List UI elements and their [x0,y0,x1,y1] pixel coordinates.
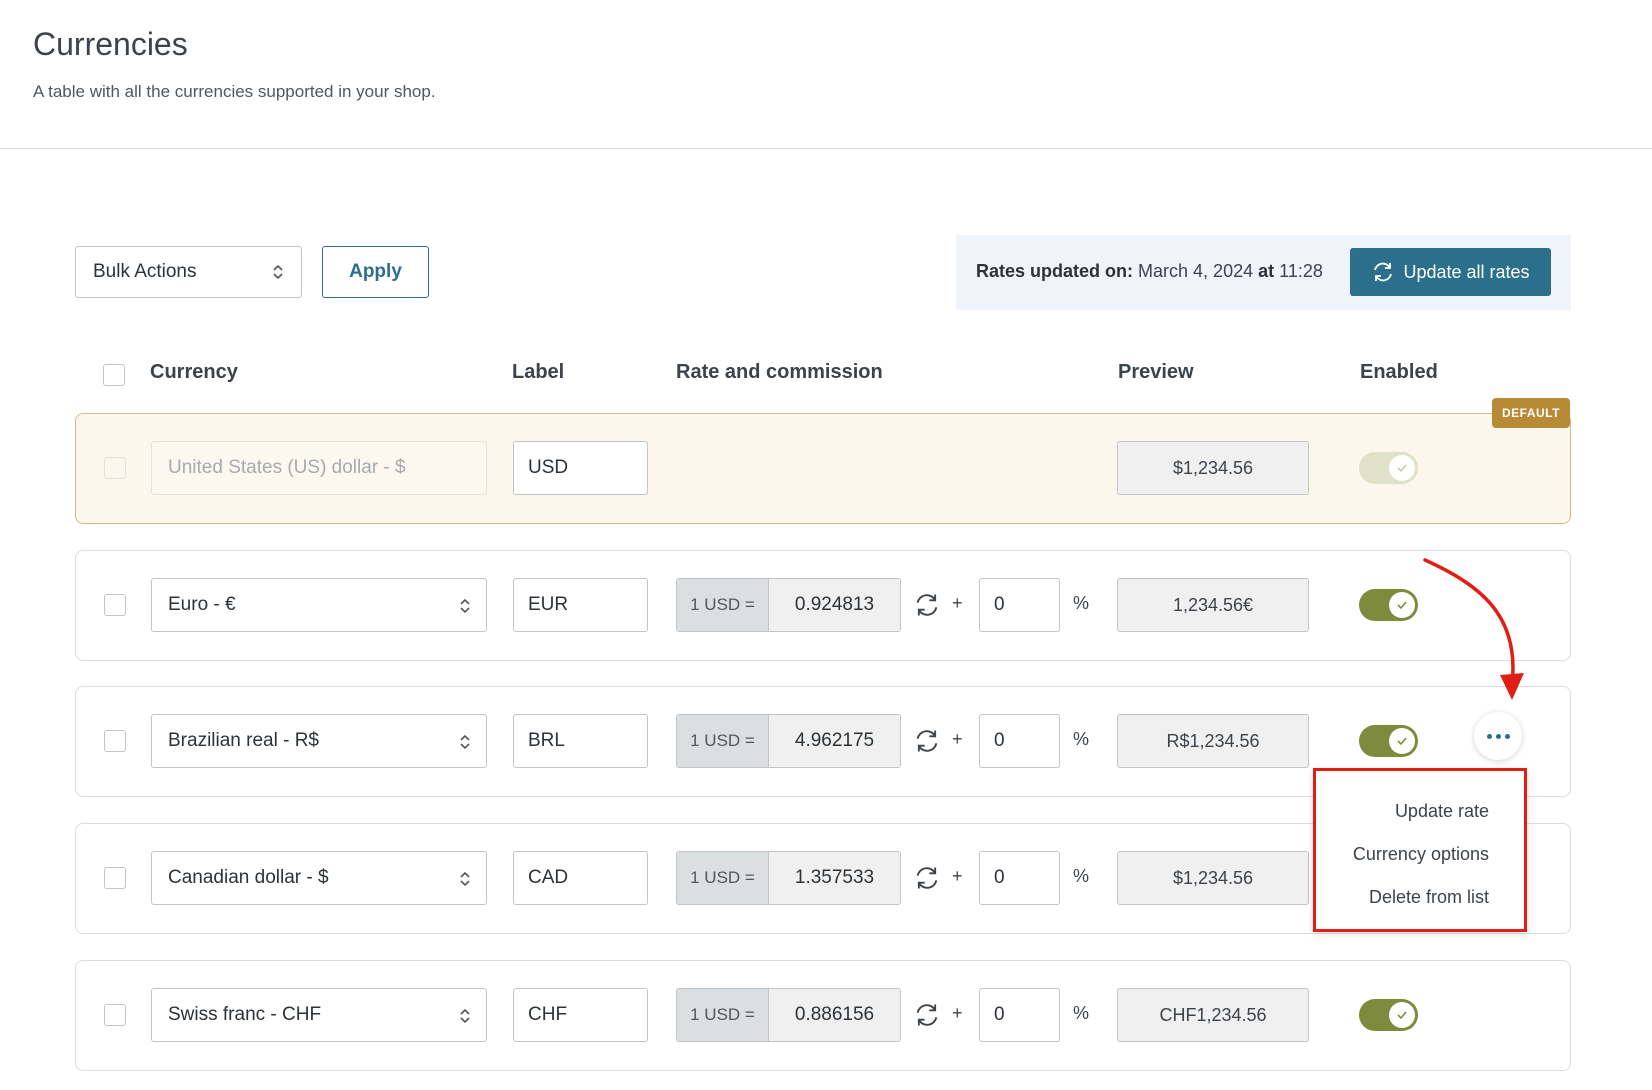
refresh-icon [1374,262,1393,282]
apply-button[interactable]: Apply [322,246,429,298]
rate-value[interactable]: 1.357533 [769,852,900,904]
check-icon [1397,1011,1407,1020]
select-arrows-icon [460,734,470,750]
label-input[interactable]: CAD [513,851,648,905]
dot-icon [1495,733,1501,739]
preview-field: R$1,234.56 [1117,714,1309,768]
preview-field: CHF1,234.56 [1117,988,1309,1042]
rate-value[interactable]: 4.962175 [769,715,900,767]
table-row: Swiss franc - CHF CHF 1 USD = 0.886156 +… [75,960,1571,1071]
rate-field[interactable]: 1 USD = 0.886156 [676,988,901,1042]
row-checkbox [104,457,126,479]
refresh-rate-icon[interactable] [913,727,941,755]
enabled-toggle[interactable] [1359,999,1418,1031]
update-all-rates-label: Update all rates [1403,261,1530,282]
enabled-toggle[interactable] [1359,725,1418,757]
row-checkbox[interactable] [104,1004,126,1026]
currency-select-value: Euro - € [168,594,236,615]
commission-input[interactable]: 0 [979,714,1060,768]
rate-prefix: 1 USD = [677,715,769,767]
check-icon [1397,464,1407,473]
bulk-actions-label: Bulk Actions [93,261,197,282]
row-options-menu: Update rate Currency options Delete from… [1313,768,1527,932]
plus-sign: + [952,1003,963,1023]
rate-field[interactable]: 1 USD = 4.962175 [676,714,901,768]
preview-field: $1,234.56 [1117,851,1309,905]
select-all-checkbox[interactable] [103,364,125,386]
label-input[interactable]: EUR [513,578,648,632]
column-header-label: Label [512,361,565,383]
percent-sign: % [1073,1003,1090,1023]
page-header: Currencies A table with all the currenci… [0,0,1652,149]
rates-status-box: Rates updated on: March 4, 2024 at 11:28… [956,235,1571,310]
check-icon [1397,737,1407,746]
rates-updated-text: Rates updated on: March 4, 2024 at 11:28 [976,261,1323,282]
enabled-toggle[interactable] [1359,589,1418,621]
menu-item-update-rate[interactable]: Update rate [1395,801,1489,822]
currency-select-value: Canadian dollar - $ [168,867,329,888]
rates-updated-time: 11:28 [1279,261,1323,281]
rate-value[interactable]: 0.886156 [769,989,900,1041]
select-arrows-icon [460,1008,470,1024]
currency-select[interactable]: Canadian dollar - $ [151,851,487,905]
currency-select[interactable]: Euro - € [151,578,487,632]
enabled-toggle [1359,452,1418,484]
commission-input[interactable]: 0 [979,578,1060,632]
column-header-currency: Currency [150,361,238,383]
label-input[interactable]: BRL [513,714,648,768]
dot-icon [1486,733,1492,739]
select-arrows-icon [460,871,470,887]
dot-icon [1504,733,1510,739]
percent-sign: % [1073,729,1090,749]
rates-updated-at: at [1258,261,1275,281]
menu-item-delete-from-list[interactable]: Delete from list [1369,887,1489,908]
default-badge: DEFAULT [1492,398,1570,428]
percent-sign: % [1073,866,1090,886]
plus-sign: + [952,866,963,886]
preview-field: 1,234.56€ [1117,578,1309,632]
more-options-button[interactable] [1474,712,1522,760]
page-description: A table with all the currencies supporte… [33,82,436,101]
currency-select: United States (US) dollar - $ [151,441,487,495]
select-arrows-icon [273,264,283,280]
refresh-rate-icon[interactable] [913,864,941,892]
refresh-rate-icon[interactable] [913,1001,941,1029]
row-checkbox[interactable] [104,730,126,752]
rates-updated-prefix: Rates updated on: [976,261,1134,281]
rate-field[interactable]: 1 USD = 0.924813 [676,578,901,632]
percent-sign: % [1073,593,1090,613]
rate-prefix: 1 USD = [677,579,769,631]
column-header-preview: Preview [1118,361,1194,383]
commission-input[interactable]: 0 [979,851,1060,905]
select-arrows-icon [460,598,470,614]
table-header: Currency Label Rate and commission Previ… [75,355,1571,395]
currency-select[interactable]: Swiss franc - CHF [151,988,487,1042]
rate-field[interactable]: 1 USD = 1.357533 [676,851,901,905]
table-row: DEFAULT United States (US) dollar - $ US… [75,398,1571,524]
preview-field: $1,234.56 [1117,441,1309,495]
currency-select[interactable]: Brazilian real - R$ [151,714,487,768]
currency-select-value: Swiss franc - CHF [168,1004,322,1025]
menu-item-currency-options[interactable]: Currency options [1353,844,1489,865]
rate-prefix: 1 USD = [677,852,769,904]
commission-input[interactable]: 0 [979,988,1060,1042]
bulk-actions-select[interactable]: Bulk Actions [75,246,302,298]
currency-select-value: Brazilian real - R$ [168,730,319,751]
plus-sign: + [952,729,963,749]
row-checkbox[interactable] [104,594,126,616]
rate-prefix: 1 USD = [677,989,769,1041]
column-header-rate: Rate and commission [676,361,883,383]
column-header-enabled: Enabled [1360,361,1438,383]
row-checkbox[interactable] [104,867,126,889]
rate-value[interactable]: 0.924813 [769,579,900,631]
update-all-rates-button[interactable]: Update all rates [1350,248,1551,296]
label-input[interactable]: USD [513,441,648,495]
rates-updated-date: March 4, 2024 [1138,261,1254,281]
page-title: Currencies [33,26,188,62]
refresh-rate-icon[interactable] [913,591,941,619]
label-input[interactable]: CHF [513,988,648,1042]
table-row: Euro - € EUR 1 USD = 0.924813 + 0 % 1,23… [75,550,1571,661]
check-icon [1397,601,1407,610]
plus-sign: + [952,593,963,613]
